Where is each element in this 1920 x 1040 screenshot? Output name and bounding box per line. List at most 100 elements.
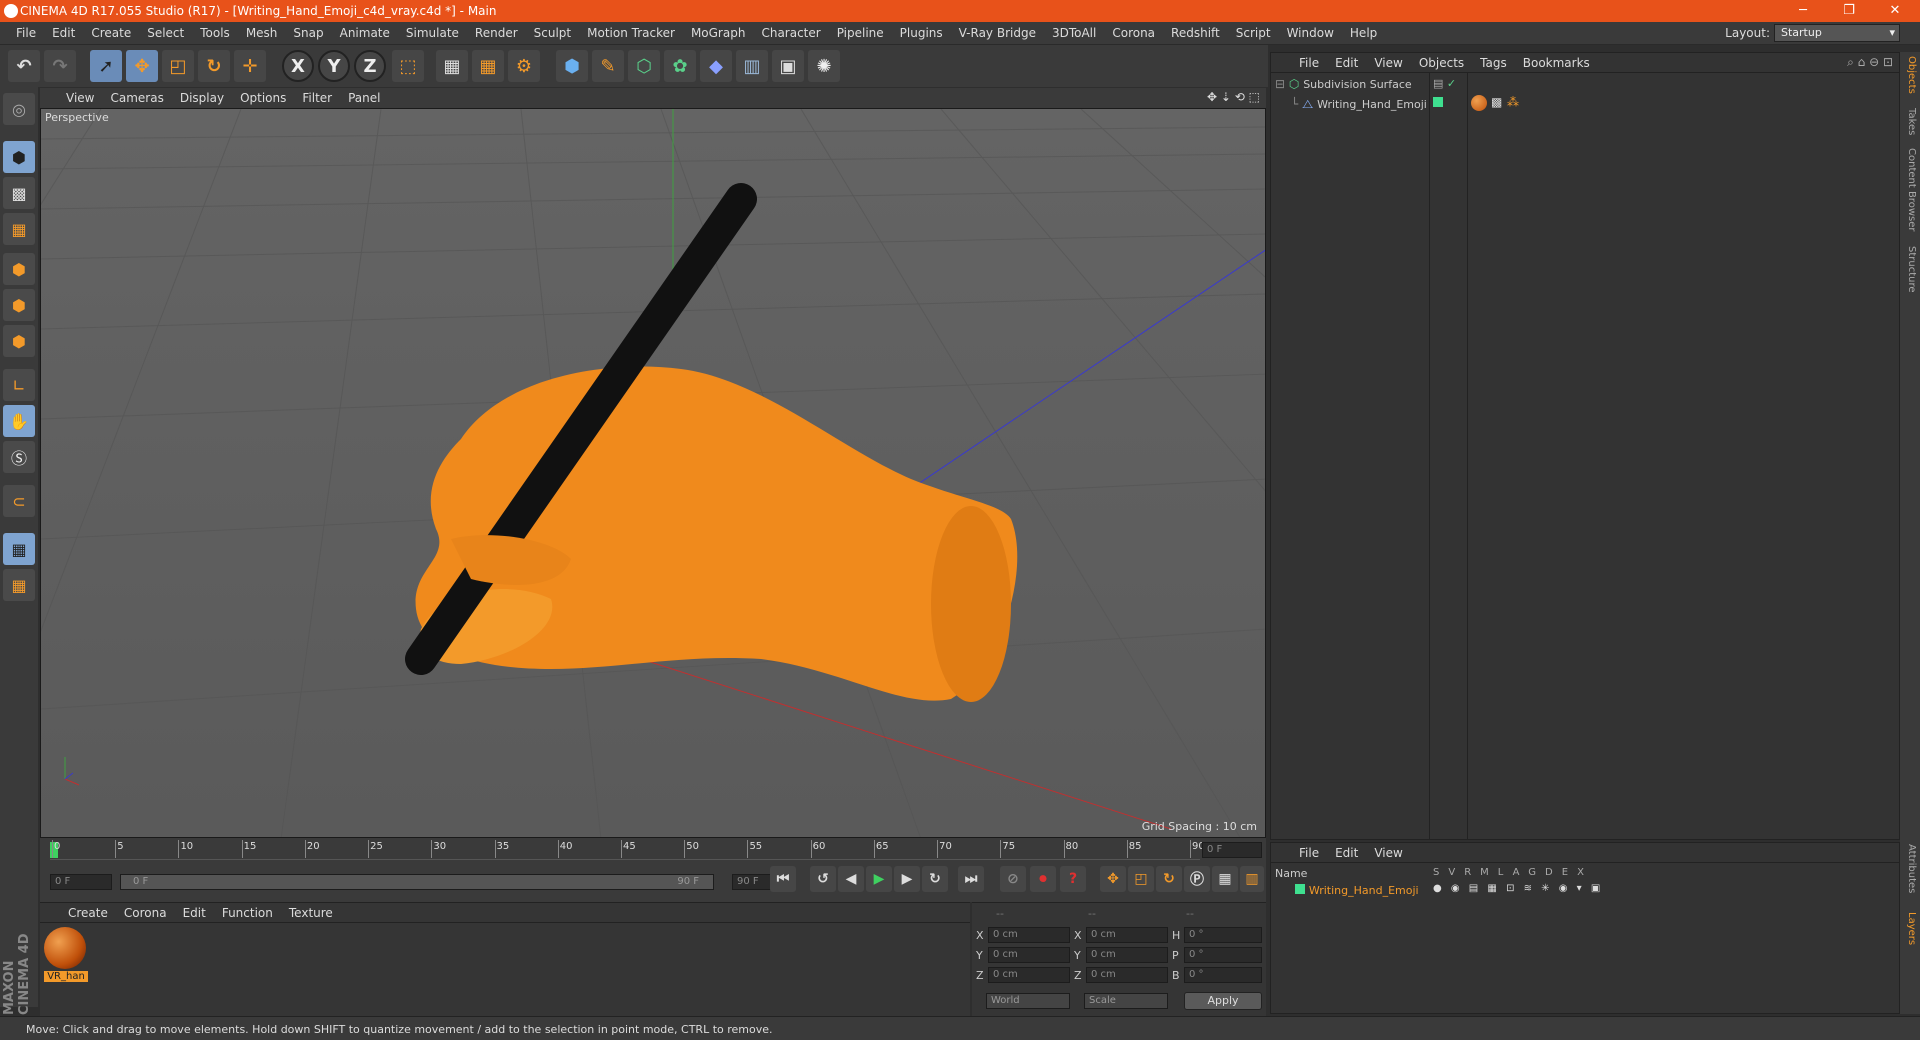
menu-mograph[interactable]: MoGraph bbox=[683, 22, 754, 45]
menu-vray-bridge[interactable]: V-Ray Bridge bbox=[951, 22, 1044, 45]
edges-mode-icon[interactable]: ⬢ bbox=[3, 289, 35, 321]
light-icon[interactable]: ✺ bbox=[808, 50, 840, 82]
timeline-ruler[interactable]: 0 5 10 15 20 25 30 35 40 45 50 55 60 65 70 75 80 85 90 0 F bbox=[40, 838, 1266, 862]
autokey-icon[interactable]: ⏺ bbox=[1030, 866, 1056, 892]
floor-icon[interactable]: ▥ bbox=[736, 50, 768, 82]
rotation-p-field[interactable]: 0 ° bbox=[1184, 947, 1262, 963]
menu-sculpt[interactable]: Sculpt bbox=[526, 22, 579, 45]
rotation-b-field[interactable]: 0 ° bbox=[1184, 967, 1262, 983]
layer-menu-view[interactable]: View bbox=[1366, 843, 1410, 863]
viewport-menu-view[interactable]: View bbox=[40, 88, 102, 108]
menu-create[interactable]: Create bbox=[83, 22, 139, 45]
polygons-mode-icon[interactable]: ⬢ bbox=[3, 325, 35, 357]
tab-attributes[interactable]: Attributes bbox=[1903, 844, 1917, 893]
snap-icon[interactable]: ⊂ bbox=[3, 485, 35, 517]
previous-frame-icon[interactable]: ◀ bbox=[838, 866, 864, 892]
material-menu-create[interactable]: Create bbox=[60, 903, 116, 923]
menu-simulate[interactable]: Simulate bbox=[398, 22, 467, 45]
play-icon[interactable]: ▶ bbox=[866, 866, 892, 892]
workplane-icon[interactable]: ▦ bbox=[3, 213, 35, 245]
mograph-cloner-icon[interactable]: ✿ bbox=[664, 50, 696, 82]
obj-menu-view[interactable]: View bbox=[1366, 53, 1410, 73]
menu-character[interactable]: Character bbox=[753, 22, 828, 45]
next-key-icon[interactable]: ↻ bbox=[922, 866, 948, 892]
keyframe-selection-icon[interactable]: ? bbox=[1060, 866, 1086, 892]
record-keys-icon[interactable]: ⊘ bbox=[1000, 866, 1026, 892]
go-to-end-icon[interactable]: ⏭ bbox=[958, 866, 984, 892]
parameter-key-icon[interactable]: Ⓟ bbox=[1184, 866, 1210, 892]
viewport-menu-filter[interactable]: Filter bbox=[294, 88, 340, 108]
subdivision-icon[interactable]: ⬡ bbox=[628, 50, 660, 82]
tab-content-browser[interactable]: Content Browser bbox=[1903, 148, 1917, 231]
select-tool-icon[interactable]: ➚ bbox=[90, 50, 122, 82]
obj-panel-nav-icons[interactable]: ⌕ ⌂ ⊖ ⊡ bbox=[1847, 55, 1893, 70]
solo-icon[interactable]: Ⓢ bbox=[3, 441, 35, 473]
viewport-menu-cameras[interactable]: Cameras bbox=[102, 88, 171, 108]
close-icon[interactable]: ✕ bbox=[1872, 1, 1918, 21]
live-select-icon[interactable]: ✛ bbox=[234, 50, 266, 82]
planar-workplane-icon[interactable]: ▦ bbox=[3, 569, 35, 601]
camera-icon[interactable]: ▣ bbox=[772, 50, 804, 82]
position-x-field[interactable]: 0 cm bbox=[988, 927, 1070, 943]
material-tag-icon[interactable] bbox=[1471, 95, 1487, 111]
size-z-field[interactable]: 0 cm bbox=[1086, 967, 1168, 983]
tree-item-writing-hand[interactable]: └ ⧍ Writing_Hand_Emoji bbox=[1291, 97, 1427, 113]
restore-icon[interactable]: ❐ bbox=[1826, 1, 1872, 21]
menu-window[interactable]: Window bbox=[1279, 22, 1342, 45]
material-menu-function[interactable]: Function bbox=[214, 903, 281, 923]
size-y-field[interactable]: 0 cm bbox=[1086, 947, 1168, 963]
obj-menu-edit[interactable]: Edit bbox=[1327, 53, 1366, 73]
menu-edit[interactable]: Edit bbox=[44, 22, 83, 45]
move-tool-icon[interactable]: ✥ bbox=[126, 50, 158, 82]
previous-key-icon[interactable]: ↺ bbox=[810, 866, 836, 892]
timeline-window-icon[interactable]: ▥ bbox=[1240, 866, 1264, 892]
tab-layers[interactable]: Layers bbox=[1903, 912, 1917, 945]
tab-structure[interactable]: Structure bbox=[1903, 246, 1917, 293]
texture-tag-icon[interactable]: ▩ bbox=[1491, 95, 1502, 109]
obj-menu-file[interactable]: File bbox=[1291, 53, 1327, 73]
viewport-nav-icons[interactable]: ✥ ⇣ ⟲ ⬚ bbox=[1207, 90, 1260, 104]
menu-file[interactable]: File bbox=[8, 22, 44, 45]
undo-icon[interactable]: ↶ bbox=[8, 50, 40, 82]
material-swatch[interactable]: VR_han bbox=[44, 927, 88, 985]
deformer-icon[interactable]: ◆ bbox=[700, 50, 732, 82]
tweak-mode-icon[interactable]: ✋ bbox=[3, 405, 35, 437]
tab-objects[interactable]: Objects bbox=[1903, 56, 1917, 94]
obj-menu-tags[interactable]: Tags bbox=[1472, 53, 1515, 73]
menu-3dtoall[interactable]: 3DToAll bbox=[1044, 22, 1104, 45]
3d-viewport[interactable]: Perspective Grid Spacing : 10 cm bbox=[40, 108, 1266, 838]
workplane-lock-icon[interactable]: ▦ bbox=[3, 533, 35, 565]
texture-mode-icon[interactable]: ▩ bbox=[3, 177, 35, 209]
layer-color-icon[interactable] bbox=[1433, 97, 1443, 107]
menu-motion-tracker[interactable]: Motion Tracker bbox=[579, 22, 683, 45]
layer-menu-file[interactable]: File bbox=[1291, 843, 1327, 863]
start-frame-field[interactable]: 0 F bbox=[50, 874, 112, 890]
rotation-h-field[interactable]: 0 ° bbox=[1184, 927, 1262, 943]
viewport-menu-panel[interactable]: Panel bbox=[340, 88, 388, 108]
layer-row[interactable]: Writing_Hand_Emoji ● ◉ ▤ ▦ ⊡ ≋ ✳ ◉ ▾ ▣ bbox=[1275, 883, 1895, 899]
axis-x-button[interactable]: X bbox=[282, 50, 314, 82]
axis-z-button[interactable]: Z bbox=[354, 50, 386, 82]
model-mode-icon[interactable]: ⬢ bbox=[3, 141, 35, 173]
points-mode-icon[interactable]: ⬢ bbox=[3, 253, 35, 285]
pen-spline-icon[interactable]: ✎ bbox=[592, 50, 624, 82]
vray-tag-icon[interactable]: ⁂ bbox=[1507, 95, 1519, 109]
go-to-start-icon[interactable]: ⏮ bbox=[770, 866, 796, 892]
redo-icon[interactable]: ↷ bbox=[44, 50, 76, 82]
apply-button[interactable]: Apply bbox=[1184, 992, 1262, 1010]
menu-corona[interactable]: Corona bbox=[1104, 22, 1163, 45]
cube-icon[interactable]: ⬢ bbox=[556, 50, 588, 82]
rotation-key-icon[interactable]: ↻ bbox=[1156, 866, 1182, 892]
axis-mode-icon[interactable]: ∟ bbox=[3, 369, 35, 401]
tab-takes[interactable]: Takes bbox=[1903, 108, 1917, 135]
render-picture-viewer-icon[interactable]: ▦ bbox=[472, 50, 504, 82]
scale-key-icon[interactable]: ◰ bbox=[1128, 866, 1154, 892]
obj-menu-bookmarks[interactable]: Bookmarks bbox=[1515, 53, 1598, 73]
material-menu-corona[interactable]: Corona bbox=[116, 903, 175, 923]
menu-redshift[interactable]: Redshift bbox=[1163, 22, 1228, 45]
pla-key-icon[interactable]: ▦ bbox=[1212, 866, 1238, 892]
position-z-field[interactable]: 0 cm bbox=[988, 967, 1070, 983]
scale-tool-icon[interactable]: ◰ bbox=[162, 50, 194, 82]
position-key-icon[interactable]: ✥ bbox=[1100, 866, 1126, 892]
viewport-menu-options[interactable]: Options bbox=[232, 88, 294, 108]
